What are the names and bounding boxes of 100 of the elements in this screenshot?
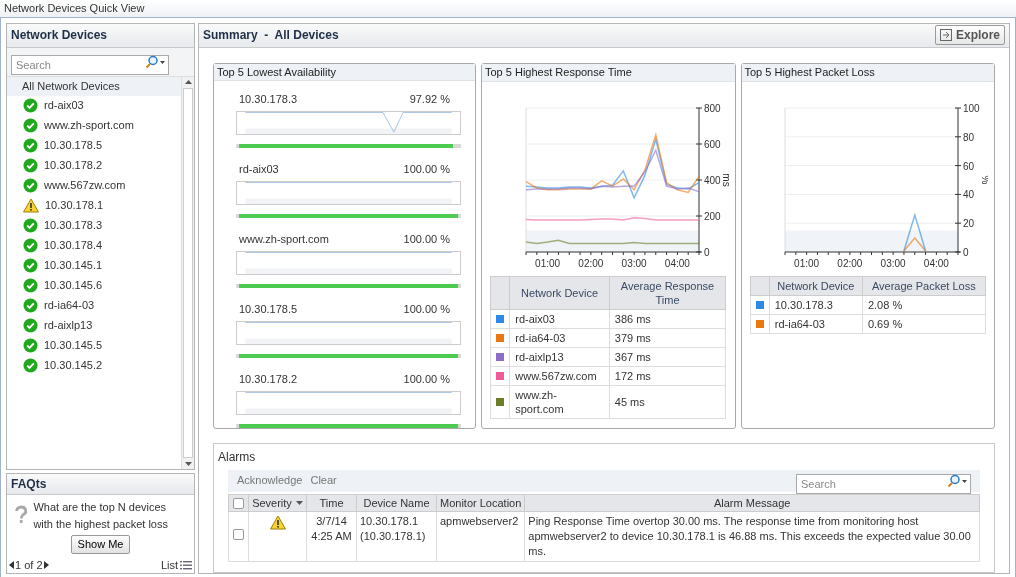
tree-item[interactable]: rd-aixlp13 bbox=[44, 317, 93, 334]
axis-label: 04:00 bbox=[664, 257, 690, 269]
panel-title: FAQts bbox=[11, 475, 47, 493]
device-name: www.zh-sport.com bbox=[239, 231, 329, 247]
list-link[interactable]: List bbox=[160, 556, 178, 573]
tree-item[interactable]: www.567zw.com bbox=[44, 177, 126, 194]
table-cell: 45 ms bbox=[609, 385, 726, 418]
axis-label: 03:00 bbox=[880, 257, 906, 269]
toolbar-action[interactable]: Acknowledge bbox=[237, 472, 303, 489]
axis-title: ms bbox=[720, 172, 729, 187]
tree-item[interactable]: 10.30.178.1 bbox=[45, 197, 104, 214]
axis-label: 400 bbox=[703, 174, 721, 186]
check-circle-icon bbox=[23, 298, 38, 313]
axis-label: 600 bbox=[703, 138, 721, 150]
check-circle-icon bbox=[23, 98, 38, 113]
check-circle-icon bbox=[23, 358, 38, 373]
page-indicator: 1 of 2 bbox=[15, 557, 43, 573]
check-circle-icon bbox=[23, 138, 38, 153]
column-header[interactable]: Severity bbox=[248, 494, 307, 512]
explore-button[interactable]: Explore bbox=[935, 25, 1005, 45]
tree-item[interactable]: 10.30.145.1 bbox=[44, 257, 103, 274]
availability-value: 100.00 % bbox=[403, 301, 450, 317]
search-field[interactable]: Search bbox=[796, 473, 971, 494]
tree-item[interactable]: 10.30.178.3 bbox=[44, 217, 103, 234]
tree-item[interactable]: 10.30.178.2 bbox=[44, 157, 103, 174]
scrollbar[interactable] bbox=[181, 76, 194, 469]
toolbar-action[interactable]: Clear bbox=[310, 472, 337, 489]
window-title: Network Devices Quick View bbox=[4, 1, 145, 16]
table-cell: 0.69 % bbox=[862, 314, 986, 333]
table-cell: rd-aixlp13 bbox=[509, 347, 610, 366]
check-circle-icon bbox=[23, 338, 38, 353]
table-cell: 2.08 % bbox=[862, 295, 986, 314]
select-all-checkbox[interactable] bbox=[233, 498, 244, 510]
warning-icon bbox=[269, 515, 286, 530]
tree-item[interactable]: 10.30.145.5 bbox=[44, 337, 103, 354]
table-cell: 379 ms bbox=[609, 328, 726, 347]
show-me-button[interactable]: Show Me bbox=[70, 534, 131, 554]
check-circle-icon bbox=[23, 158, 38, 173]
axis-label: 0 bbox=[703, 246, 710, 258]
availability-value: 100.00 % bbox=[403, 161, 450, 177]
axis-label: 100 bbox=[963, 102, 980, 114]
list-icon[interactable] bbox=[180, 559, 192, 570]
column-header: Average Packet Loss bbox=[862, 276, 986, 295]
axis-label: 01:00 bbox=[534, 257, 560, 269]
table-cell: www.zh-sport.com bbox=[509, 385, 610, 418]
table-cell: rd-aix03 bbox=[509, 309, 610, 328]
scroll-down-icon[interactable] bbox=[184, 462, 192, 466]
axis-label: 800 bbox=[703, 102, 721, 114]
tree-item[interactable]: rd-ia64-03 bbox=[44, 297, 95, 314]
availability-value: 100.00 % bbox=[403, 231, 450, 247]
tree-item[interactable]: www.zh-sport.com bbox=[44, 117, 134, 134]
device-name: rd-aix03 bbox=[239, 161, 279, 177]
previous-icon[interactable] bbox=[9, 560, 14, 569]
table-cell: www.567zw.com bbox=[509, 366, 610, 385]
column-header[interactable]: Time bbox=[306, 494, 357, 512]
panel-title: Network Devices bbox=[11, 27, 108, 44]
axis-label: 01:00 bbox=[794, 257, 820, 269]
tree-item[interactable]: 10.30.145.6 bbox=[44, 277, 103, 294]
column-header[interactable]: Monitor Location bbox=[436, 494, 525, 512]
column-header[interactable]: Device Name bbox=[356, 494, 437, 512]
export-icon bbox=[940, 29, 952, 41]
table-cell: 10.30.178.3 bbox=[769, 295, 863, 314]
column-header[interactable]: Alarm Message bbox=[524, 494, 980, 512]
table-cell: 10.30.178.1 (10.30.178.1) bbox=[356, 511, 437, 562]
check-circle-icon bbox=[23, 258, 38, 273]
row-checkbox[interactable] bbox=[233, 529, 244, 541]
tree-item[interactable]: 10.30.145.2 bbox=[44, 357, 103, 374]
tree-item[interactable]: 10.30.178.5 bbox=[44, 137, 103, 154]
axis-label: 60 bbox=[963, 160, 975, 172]
check-circle-icon bbox=[23, 218, 38, 233]
scroll-up-icon[interactable] bbox=[184, 79, 192, 84]
table-cell: rd-ia64-03 bbox=[769, 314, 863, 333]
table-cell: 3/7/14 4:25 AM bbox=[306, 511, 357, 562]
search-icon[interactable] bbox=[145, 54, 167, 69]
next-icon[interactable] bbox=[43, 560, 49, 569]
axis-label: 80 bbox=[963, 131, 975, 143]
search-icon[interactable] bbox=[947, 473, 969, 488]
column-header: Average Response Time bbox=[609, 276, 726, 309]
card-title: Top 5 Lowest Availability bbox=[217, 64, 337, 80]
tree-item[interactable]: 10.30.178.4 bbox=[44, 237, 103, 254]
check-circle-icon bbox=[23, 178, 38, 193]
axis-label: 03:00 bbox=[621, 257, 647, 269]
check-circle-icon bbox=[23, 278, 38, 293]
section-title: Alarms bbox=[217, 448, 257, 466]
sort-icon bbox=[295, 500, 303, 505]
axis-label: 40 bbox=[963, 188, 975, 200]
availability-value: 97.92 % bbox=[409, 91, 450, 107]
axis-label: 200 bbox=[703, 210, 721, 222]
faq-question: What are the top N devices with the highest packet loss bbox=[33, 499, 169, 532]
table-cell: 367 ms bbox=[609, 347, 726, 366]
device-name: 10.30.178.3 bbox=[239, 91, 298, 107]
column-header: Network Device bbox=[509, 276, 610, 309]
column-label: Severity bbox=[252, 495, 292, 511]
tree-item[interactable]: rd-aix03 bbox=[44, 97, 84, 114]
check-circle-icon bbox=[23, 238, 38, 253]
card-title: Top 5 Highest Packet Loss bbox=[744, 64, 875, 80]
table-cell: apmwebserver2 bbox=[436, 511, 525, 562]
table-cell: 386 ms bbox=[609, 309, 726, 328]
search-field[interactable]: Search bbox=[11, 54, 169, 75]
availability-value: 100.00 % bbox=[403, 371, 450, 387]
